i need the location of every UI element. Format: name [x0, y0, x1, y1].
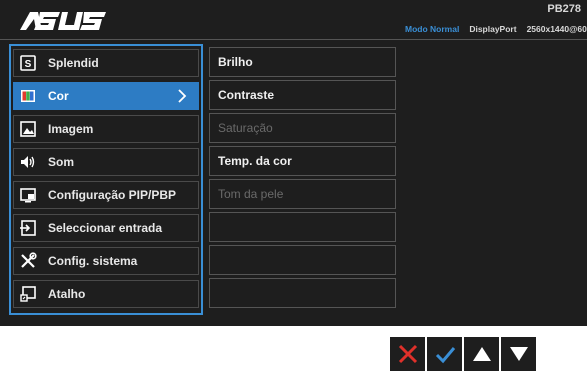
menu-item-input[interactable]: Seleccionar entrada	[13, 214, 199, 242]
up-button[interactable]	[464, 337, 499, 371]
menu-item-shortcut[interactable]: Atalho	[13, 280, 199, 308]
shortcut-icon	[19, 285, 37, 303]
menu-item-splendid[interactable]: S Splendid	[13, 49, 199, 77]
down-arrow-icon	[509, 347, 528, 361]
confirm-button[interactable]	[427, 337, 462, 371]
submenu-item-empty	[209, 278, 396, 308]
submenu-item-saturacao: Saturação	[209, 113, 396, 143]
mode-label: Modo Normal	[405, 24, 460, 34]
submenu-item-contraste[interactable]: Contraste	[209, 80, 396, 110]
menu-item-label: Imagem	[48, 122, 94, 136]
tools-icon	[19, 252, 37, 270]
submenu-item-empty	[209, 212, 396, 242]
menu-item-system[interactable]: Config. sistema	[13, 247, 199, 275]
header-divider	[0, 39, 587, 40]
menu-item-label: Config. sistema	[48, 254, 138, 268]
close-icon	[398, 344, 417, 364]
chevron-right-icon	[178, 89, 187, 103]
asus-logo	[20, 12, 106, 30]
submenu-item-empty	[209, 245, 396, 275]
resolution-label: 2560x1440@60Hz	[526, 24, 587, 34]
splendid-icon: S	[19, 54, 37, 72]
svg-text:S: S	[25, 59, 32, 70]
menu-item-label: Som	[48, 155, 75, 169]
close-button[interactable]	[390, 337, 425, 371]
main-menu: S Splendid Cor Imagem Som Configuração P…	[9, 44, 203, 315]
menu-item-label: Splendid	[48, 56, 99, 70]
color-icon	[19, 87, 37, 105]
submenu-item-temp-cor[interactable]: Temp. da cor	[209, 146, 396, 176]
menu-item-imagem[interactable]: Imagem	[13, 115, 199, 143]
menu-item-som[interactable]: Som	[13, 148, 199, 176]
menu-item-label: Atalho	[48, 287, 86, 301]
up-arrow-icon	[472, 347, 491, 361]
navigation-buttons	[390, 337, 538, 373]
submenu-item-tom-pele: Tom da pele	[209, 179, 396, 209]
osd-panel: PB278 Modo Normal DisplayPort 2560x1440@60…	[0, 0, 587, 326]
image-icon	[19, 120, 37, 138]
menu-item-label: Configuração PIP/PBP	[48, 188, 177, 202]
submenu: Brilho Contraste Saturação Temp. da cor …	[209, 44, 396, 315]
model-name: PB278	[547, 3, 581, 15]
menu-item-label: Cor	[48, 89, 69, 103]
menu-item-label: Seleccionar entrada	[48, 221, 163, 235]
pip-icon	[19, 186, 37, 204]
status-bar: Modo Normal DisplayPort 2560x1440@60Hz	[405, 24, 587, 34]
check-icon	[435, 347, 455, 364]
menu-item-pip[interactable]: Configuração PIP/PBP	[13, 181, 199, 209]
input-icon	[19, 219, 37, 237]
speaker-icon	[19, 153, 37, 171]
submenu-item-brilho[interactable]: Brilho	[209, 47, 396, 77]
menu-item-cor[interactable]: Cor	[13, 82, 199, 110]
input-label: DisplayPort	[469, 24, 517, 34]
down-button[interactable]	[501, 337, 536, 371]
